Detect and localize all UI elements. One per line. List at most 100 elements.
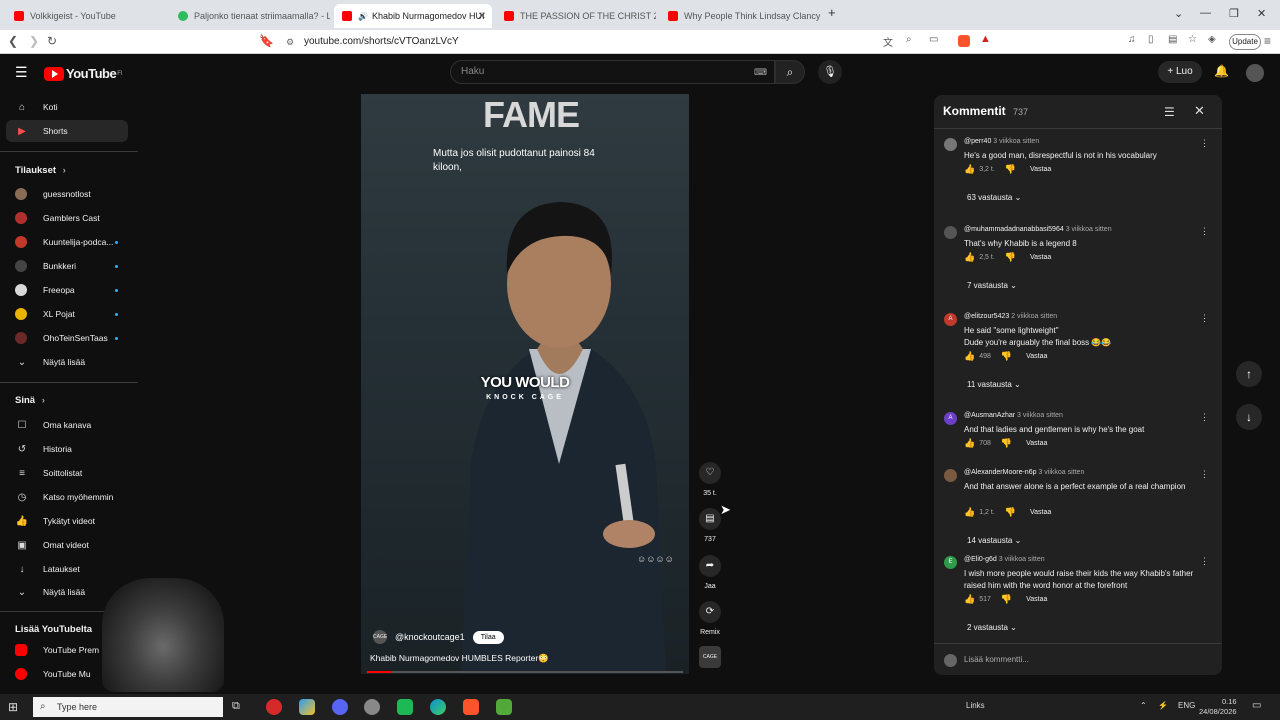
next-short-button[interactable]: ↓ [1236, 404, 1262, 430]
commenter-avatar[interactable]: A [944, 313, 957, 326]
new-tab-button[interactable]: + [828, 5, 836, 20]
like-icon[interactable]: 👍 [964, 438, 975, 449]
edge-icon[interactable] [430, 699, 446, 715]
sidebar-item-subscription[interactable]: guessnotlost [6, 183, 128, 205]
tabs-icon[interactable]: ▤ [1168, 34, 1177, 45]
brave-rewards-icon[interactable]: ▲ [980, 33, 992, 45]
sidebar-item-subscription[interactable]: OhoTeinSenTaas [6, 327, 128, 349]
add-comment-input[interactable]: Lisää kommentti... [964, 655, 1029, 664]
links-toolbar[interactable]: Links [966, 701, 985, 710]
comment-author[interactable]: @AlexanderMoore-n6p 3 viikkoa sitten [964, 469, 1084, 476]
create-button[interactable]: + Luo [1158, 61, 1202, 83]
more-options-icon[interactable]: ⋮ [1200, 226, 1209, 237]
dislike-icon[interactable]: 👎 [1005, 164, 1016, 175]
sidebar-item-playlists[interactable]: ≡ Soittolistat [6, 462, 128, 484]
search-input[interactable]: Haku ⌨ [450, 60, 775, 84]
comment-author[interactable]: @perr40 3 viikkoa sitten [964, 138, 1039, 145]
commenter-avatar[interactable]: E [944, 556, 957, 569]
more-options-icon[interactable]: ⋮ [1200, 313, 1209, 324]
commenter-avatar[interactable]: A [944, 412, 957, 425]
sidebar-item-your-videos[interactable]: ▣ Omat videot [6, 534, 128, 556]
view-replies-button[interactable]: 11 vastausta ⌄ [967, 380, 1021, 389]
app-icon[interactable] [496, 699, 512, 715]
close-icon[interactable]: ✕ [1194, 103, 1205, 119]
dislike-icon[interactable]: 👎 [1005, 252, 1016, 263]
more-options-icon[interactable]: ⋮ [1200, 138, 1209, 149]
you-heading[interactable]: Sinä › [15, 395, 45, 406]
notification-center-icon[interactable]: ▭ [1252, 700, 1261, 711]
search-button[interactable]: ⌕ [775, 60, 805, 84]
sidebar-item-watch-later[interactable]: ◷ Katso myöhemmin [6, 486, 128, 508]
browser-tab[interactable]: Paljonko tienaat striimaamalla? - Le [170, 4, 330, 28]
opera-icon[interactable] [266, 699, 282, 715]
sidebar-toggle-icon[interactable]: ▯ [1148, 34, 1154, 45]
add-comment-row[interactable]: Lisää kommentti... [934, 643, 1222, 675]
browser-tab[interactable]: Volkkigeist - YouTube [6, 4, 166, 28]
sidebar-item-channel[interactable]: ☐ Oma kanava [6, 414, 128, 436]
like-icon[interactable]: 👍 [964, 351, 975, 362]
sound-button[interactable]: CAGE [698, 646, 722, 668]
channel-avatar[interactable]: CAGE [373, 630, 387, 644]
sidebar-item-subscription[interactable]: Gamblers Cast [6, 207, 128, 229]
notifications-bell-icon[interactable]: 🔔 [1214, 64, 1229, 78]
reply-button[interactable]: Vastaa [1026, 353, 1047, 360]
browser-tab-active[interactable]: 🔊 Khabib Nurmagomedov HUI ✕ [334, 4, 492, 28]
forward-icon[interactable]: ❯ [29, 34, 39, 48]
close-window-icon[interactable]: ✕ [1257, 7, 1266, 20]
like-icon[interactable]: 👍 [964, 164, 975, 175]
extensions-icon[interactable]: ☆ [1188, 34, 1197, 45]
translate-icon[interactable]: 文 [883, 34, 893, 49]
dislike-icon[interactable]: 👎 [1005, 507, 1016, 518]
comment-username[interactable]: @AlexanderMoore-n6p [964, 469, 1036, 476]
menu-icon[interactable]: ≡ [1264, 34, 1271, 48]
view-replies-button[interactable]: 7 vastausta ⌄ [967, 281, 1017, 290]
commenter-avatar[interactable] [944, 226, 957, 239]
taskbar-search-input[interactable]: ⌕ Type here [33, 697, 223, 717]
comments-button[interactable]: ▤ 737 [698, 508, 722, 543]
comment-username[interactable]: @Eli0-g6d [964, 556, 997, 563]
youtube-logo[interactable]: YouTube FI [44, 66, 123, 81]
reply-button[interactable]: Vastaa [1026, 596, 1047, 603]
browser-tab[interactable]: Why People Think Lindsay Clancy's H [660, 4, 820, 28]
view-replies-button[interactable]: 63 vastausta ⌄ [967, 193, 1021, 202]
sidebar-item-download[interactable]: ↓ Lataukset [6, 558, 128, 580]
more-options-icon[interactable]: ⋮ [1200, 412, 1209, 423]
like-icon[interactable]: 👍 [964, 252, 975, 263]
commenter-avatar[interactable] [944, 138, 957, 151]
sidebar-item-shorts[interactable]: ▶ Shorts [6, 120, 128, 142]
app-icon[interactable] [397, 699, 413, 715]
avatar[interactable] [1246, 64, 1264, 82]
bookmark-icon[interactable]: 🔖 [259, 34, 274, 48]
reply-button[interactable]: Vastaa [1030, 166, 1051, 173]
channel-name[interactable]: @knockoutcage1 [395, 632, 465, 642]
sidebar-item-history[interactable]: ↺ Historia [6, 438, 128, 460]
dislike-icon[interactable]: 👎 [1001, 594, 1012, 605]
discord-icon[interactable] [332, 699, 348, 715]
zoom-icon[interactable]: ⌕ [906, 34, 912, 45]
video-progress-bar[interactable] [367, 671, 683, 673]
back-icon[interactable]: ❮ [8, 34, 18, 48]
keyboard-icon[interactable]: ⌨ [754, 61, 767, 83]
like-button[interactable]: ♡ 35 t. [698, 462, 722, 497]
task-view-icon[interactable]: ⧉ [232, 700, 248, 716]
wallet-icon[interactable]: ◈ [1208, 34, 1216, 45]
minimize-icon[interactable]: — [1200, 7, 1211, 19]
comment-username[interactable]: @elitzour5423 [964, 313, 1009, 320]
comment-author[interactable]: @Eli0-g6d 3 viikkoa sitten [964, 556, 1045, 563]
sidebar-show-more[interactable]: ⌄ Näytä lisää [6, 351, 128, 373]
app-icon[interactable] [364, 699, 380, 715]
update-button[interactable]: Update [1229, 34, 1261, 50]
share-button[interactable]: ➦ Jaa [698, 555, 722, 590]
commenter-avatar[interactable] [944, 469, 957, 482]
comment-author[interactable]: @AusmanAzhar 3 viikkoa sitten [964, 412, 1063, 419]
tray-chevron-icon[interactable]: ⌃ [1140, 701, 1147, 710]
hamburger-menu-icon[interactable]: ☰ [15, 64, 28, 81]
sort-icon[interactable]: ☰ [1164, 105, 1175, 119]
view-replies-button[interactable]: 2 vastausta ⌄ [967, 623, 1017, 632]
dislike-icon[interactable]: 👎 [1001, 438, 1012, 449]
sidebar-item-home[interactable]: ⌂ Koti [6, 96, 128, 118]
tab-list-chevron-icon[interactable]: ⌄ [1174, 7, 1183, 20]
reply-button[interactable]: Vastaa [1026, 440, 1047, 447]
app-icon[interactable] [299, 699, 315, 715]
subscriptions-heading[interactable]: Tilaukset › [15, 165, 66, 176]
